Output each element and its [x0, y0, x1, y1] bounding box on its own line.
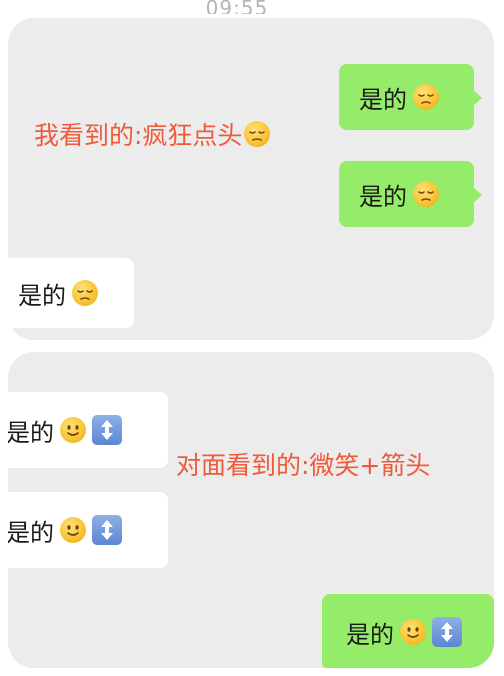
annotation-text: 我看到的:疯狂点头 — [34, 121, 243, 150]
message-text: 是的 — [8, 518, 54, 547]
received-message-bubble[interactable]: 是的 — [8, 392, 168, 468]
message-text: 是的 — [346, 620, 394, 649]
message-timestamp: 09:55 — [205, 0, 269, 14]
up-down-arrow-icon — [432, 617, 462, 647]
sent-message-bubble[interactable]: 是的 — [339, 64, 482, 130]
annotation-what-i-see: 我看到的:疯狂点头 — [34, 116, 271, 152]
chat-screenshot-panel-bottom: 是的 对面看到的:微笑+箭头 是的 是的 — [8, 352, 494, 668]
sent-message-bubble[interactable]: 是的 — [322, 594, 494, 668]
slight-smile-icon — [60, 517, 86, 543]
received-message-bubble[interactable]: 是的 — [8, 258, 134, 328]
up-down-arrow-icon — [92, 415, 122, 445]
pensive-face-icon — [413, 84, 439, 110]
slight-smile-icon — [400, 619, 426, 645]
chat-screenshot-panel-top: 是的 我看到的:疯狂点头 是的 是的 — [8, 18, 494, 340]
pensive-face-icon — [72, 280, 98, 306]
slight-smile-icon — [60, 417, 86, 443]
pensive-face-icon — [244, 121, 271, 147]
bubble-tail — [473, 90, 482, 106]
bubble-tail — [473, 187, 482, 203]
annotation-what-they-see: 对面看到的:微笑+箭头 — [176, 446, 430, 482]
message-text: 是的 — [359, 182, 407, 211]
received-message-bubble[interactable]: 是的 — [8, 492, 168, 568]
message-text: 是的 — [8, 418, 54, 447]
pensive-face-icon — [413, 181, 439, 207]
sent-message-bubble[interactable]: 是的 — [339, 161, 482, 227]
message-text: 是的 — [18, 281, 66, 310]
message-text: 是的 — [359, 85, 407, 114]
annotation-text: 对面看到的:微笑+箭头 — [176, 451, 431, 480]
up-down-arrow-icon — [92, 515, 122, 545]
